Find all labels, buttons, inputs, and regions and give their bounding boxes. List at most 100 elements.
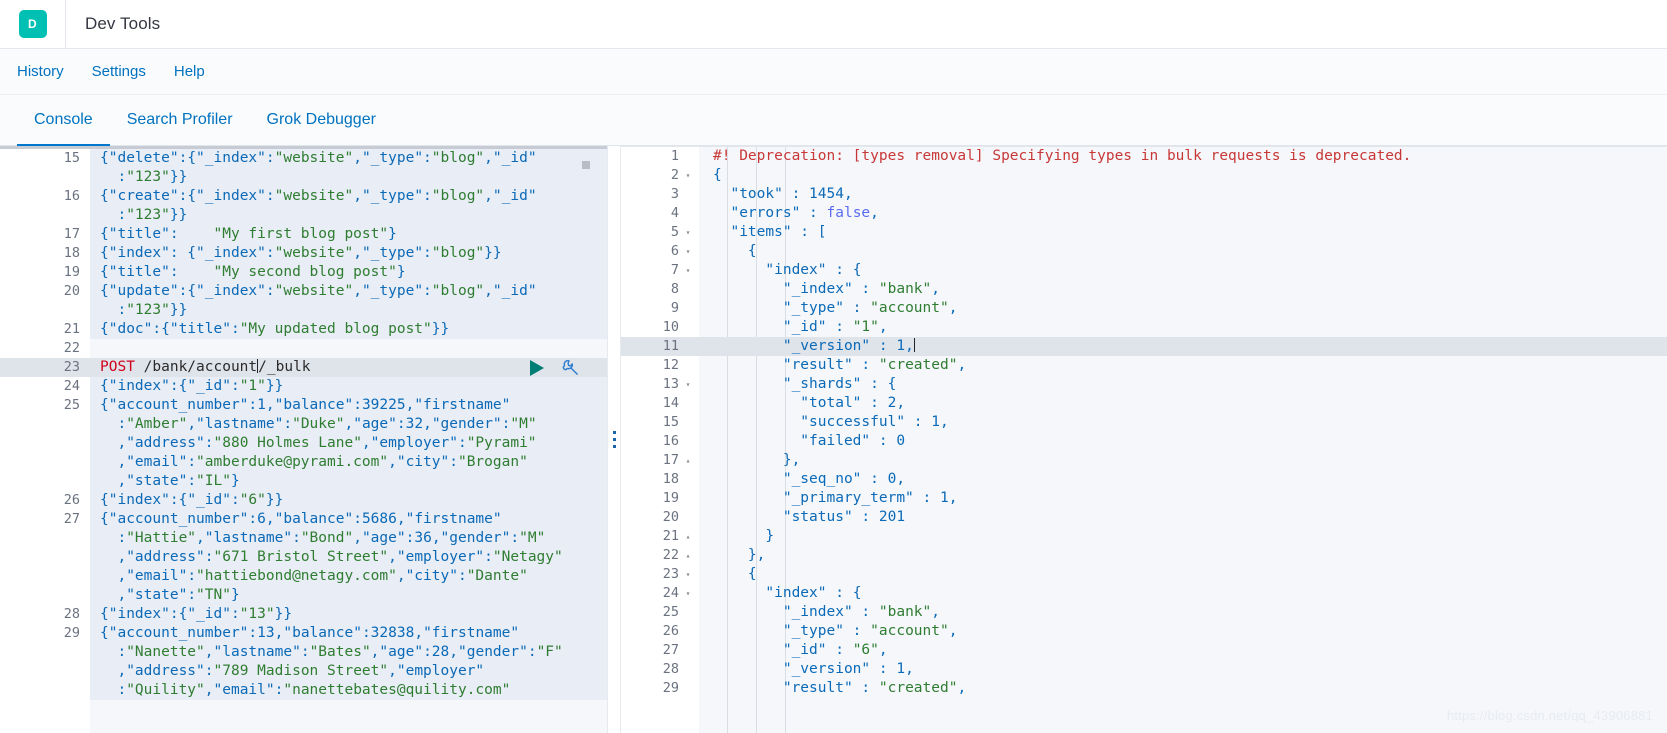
code-token: } <box>230 587 240 603</box>
fold-toggle-icon[interactable]: ▾ <box>683 261 693 280</box>
code-token: , <box>204 682 214 698</box>
code-line[interactable]: 26 "_type" : "account", <box>621 622 1667 641</box>
code-line[interactable]: 19 "_primary_term" : 1, <box>621 489 1667 508</box>
code-token: "_version" <box>713 338 871 354</box>
code-line[interactable]: 15 "successful" : 1, <box>621 413 1667 432</box>
request-editor[interactable]: 15 {"delete":{"_index":"website","_type":… <box>0 149 607 733</box>
code-line[interactable]: 12 "result" : "created", <box>621 356 1667 375</box>
fold-toggle-icon[interactable]: ▾ <box>683 242 693 261</box>
code-line[interactable]: 20 "status" : 201 <box>621 508 1667 527</box>
code-line[interactable]: 22 <box>0 339 607 358</box>
fold-toggle-icon[interactable]: ▾ <box>683 584 693 603</box>
code-line[interactable]: 9 "_type" : "account", <box>621 299 1667 318</box>
wrench-icon[interactable] <box>561 358 581 378</box>
code-line[interactable]: 27 {"account_number":6,"balance":5686,"fi… <box>0 510 607 605</box>
code-line[interactable]: 8 "_index" : "bank", <box>621 280 1667 299</box>
code-line[interactable]: 10 "_id" : "1", <box>621 318 1667 337</box>
code-token: "website" <box>274 150 354 166</box>
code-line[interactable]: 4 "errors" : false, <box>621 204 1667 223</box>
code-line[interactable]: 17 {"title": "My first blog post"} <box>0 225 607 244</box>
code-line[interactable]: 16 "failed" : 0 <box>621 432 1667 451</box>
code-line[interactable]: 21 ▴ } <box>621 527 1667 546</box>
nav-item-help[interactable]: Help <box>174 64 205 79</box>
fold-toggle-icon[interactable]: ▴ <box>683 546 693 565</box>
code-token: "_id" <box>187 492 231 508</box>
code-line[interactable]: 25 "_index" : "bank", <box>621 603 1667 622</box>
code-line-content: "_primary_term" : 1, <box>699 489 1667 508</box>
fold-toggle-icon[interactable]: ▾ <box>683 375 693 394</box>
code-token: : <box>265 188 275 204</box>
play-icon[interactable] <box>530 359 544 376</box>
code-token: : <box>353 397 362 413</box>
code-token: { <box>100 378 109 394</box>
fold-toggle-icon[interactable]: ▾ <box>683 166 693 185</box>
code-token: : <box>843 623 871 639</box>
code-line-content: "_version" : 1, <box>699 337 1667 356</box>
code-line[interactable]: 11 "_version" : 1, <box>621 337 1667 356</box>
code-token: , <box>353 283 362 299</box>
pane-splitter-handle[interactable] <box>607 146 621 733</box>
code-token: "Hattie" <box>126 530 197 546</box>
code-token: "delete" <box>108 150 179 166</box>
code-line[interactable]: 20 {"update":{"_index":"website","_type":… <box>0 282 607 320</box>
code-token: , <box>896 471 906 487</box>
response-viewer[interactable]: 1 #! Deprecation: [types removal] Specify… <box>621 147 1667 733</box>
code-token: { <box>187 283 197 299</box>
code-token: : <box>204 549 214 565</box>
app-logo-badge[interactable]: D <box>18 10 47 38</box>
code-line[interactable]: 13 ▾ "_shards" : { <box>621 375 1667 394</box>
code-line[interactable]: 26 {"index":{"_id":"6"}} <box>0 491 607 510</box>
code-line[interactable]: 23 POST /bank/account/_bulk <box>0 358 607 377</box>
fold-toggle-icon[interactable]: ▾ <box>683 223 693 242</box>
code-line[interactable]: 14 "total" : 2, <box>621 394 1667 413</box>
code-token: , <box>353 245 362 261</box>
code-token: "bank" <box>878 281 932 297</box>
tab-search-profiler[interactable]: Search Profiler <box>110 96 250 146</box>
line-number: 5 ▾ <box>621 223 699 242</box>
code-token: : <box>178 150 188 166</box>
tab-grok-debugger[interactable]: Grok Debugger <box>250 96 393 146</box>
code-line[interactable]: 25 {"account_number":1,"balance":39225,"f… <box>0 396 607 491</box>
code-token: : <box>248 625 258 641</box>
code-line[interactable]: 6 ▾ { <box>621 242 1667 261</box>
code-line[interactable]: 27 "_id" : "6", <box>621 641 1667 660</box>
code-token: { <box>187 188 197 204</box>
code-token: "_index" <box>196 188 266 204</box>
code-line[interactable]: 18 "_seq_no" : 0, <box>621 470 1667 489</box>
code-token: { <box>713 566 757 582</box>
code-line[interactable]: 3 "took" : 1454, <box>621 185 1667 204</box>
code-line[interactable]: 2 ▾ { <box>621 166 1667 185</box>
code-line[interactable]: 19 {"title": "My second blog post"} <box>0 263 607 282</box>
code-line[interactable]: 21 {"doc":{"title":"My updated blog post"… <box>0 320 607 339</box>
code-token: "My second blog post" <box>213 264 397 280</box>
editor-marker-icon <box>582 161 590 169</box>
code-line[interactable]: 28 "_version" : 1, <box>621 660 1667 679</box>
code-token: "amberduke@pyrami.com" <box>196 454 389 470</box>
nav-item-history[interactable]: History <box>17 64 64 79</box>
code-line[interactable]: 23 ▾ { <box>621 565 1667 584</box>
code-line[interactable]: 22 ▴ }, <box>621 546 1667 565</box>
code-line[interactable]: 29 {"account_number":13,"balance":32838,"… <box>0 624 607 700</box>
code-line[interactable]: 17 ▴ }, <box>621 451 1667 470</box>
code-line[interactable]: 16 {"create":{"_index":"website","_type":… <box>0 187 607 225</box>
fold-toggle-icon[interactable]: ▴ <box>683 527 693 546</box>
code-line[interactable]: 29 "result" : "created", <box>621 679 1667 698</box>
code-token: : <box>852 604 879 620</box>
code-line[interactable]: 1 #! Deprecation: [types removal] Specify… <box>621 147 1667 166</box>
nav-item-settings[interactable]: Settings <box>92 64 146 79</box>
tab-console[interactable]: Console <box>17 96 110 146</box>
code-line[interactable]: 24 ▾ "index" : { <box>621 584 1667 603</box>
code-line[interactable]: 15 {"delete":{"_index":"website","_type":… <box>0 149 607 187</box>
code-line[interactable]: 18 {"index": {"_index":"website","_type":… <box>0 244 607 263</box>
code-line[interactable]: 28 {"index":{"_id":"13"}} <box>0 605 607 624</box>
console-workspace: 15 {"delete":{"_index":"website","_type":… <box>0 146 1667 733</box>
code-line-content: {"create":{"_index":"website","_type":"b… <box>90 187 607 225</box>
code-token: 1 <box>931 414 940 430</box>
code-line[interactable]: 7 ▾ "index" : { <box>621 261 1667 280</box>
fold-toggle-icon[interactable]: ▾ <box>683 565 693 584</box>
code-token: : <box>300 644 310 660</box>
code-line[interactable]: 5 ▾ "items" : [ <box>621 223 1667 242</box>
code-line[interactable]: 24 {"index":{"_id":"1"}} <box>0 377 607 396</box>
fold-toggle-icon[interactable]: ▴ <box>683 451 693 470</box>
code-token: : <box>423 188 432 204</box>
